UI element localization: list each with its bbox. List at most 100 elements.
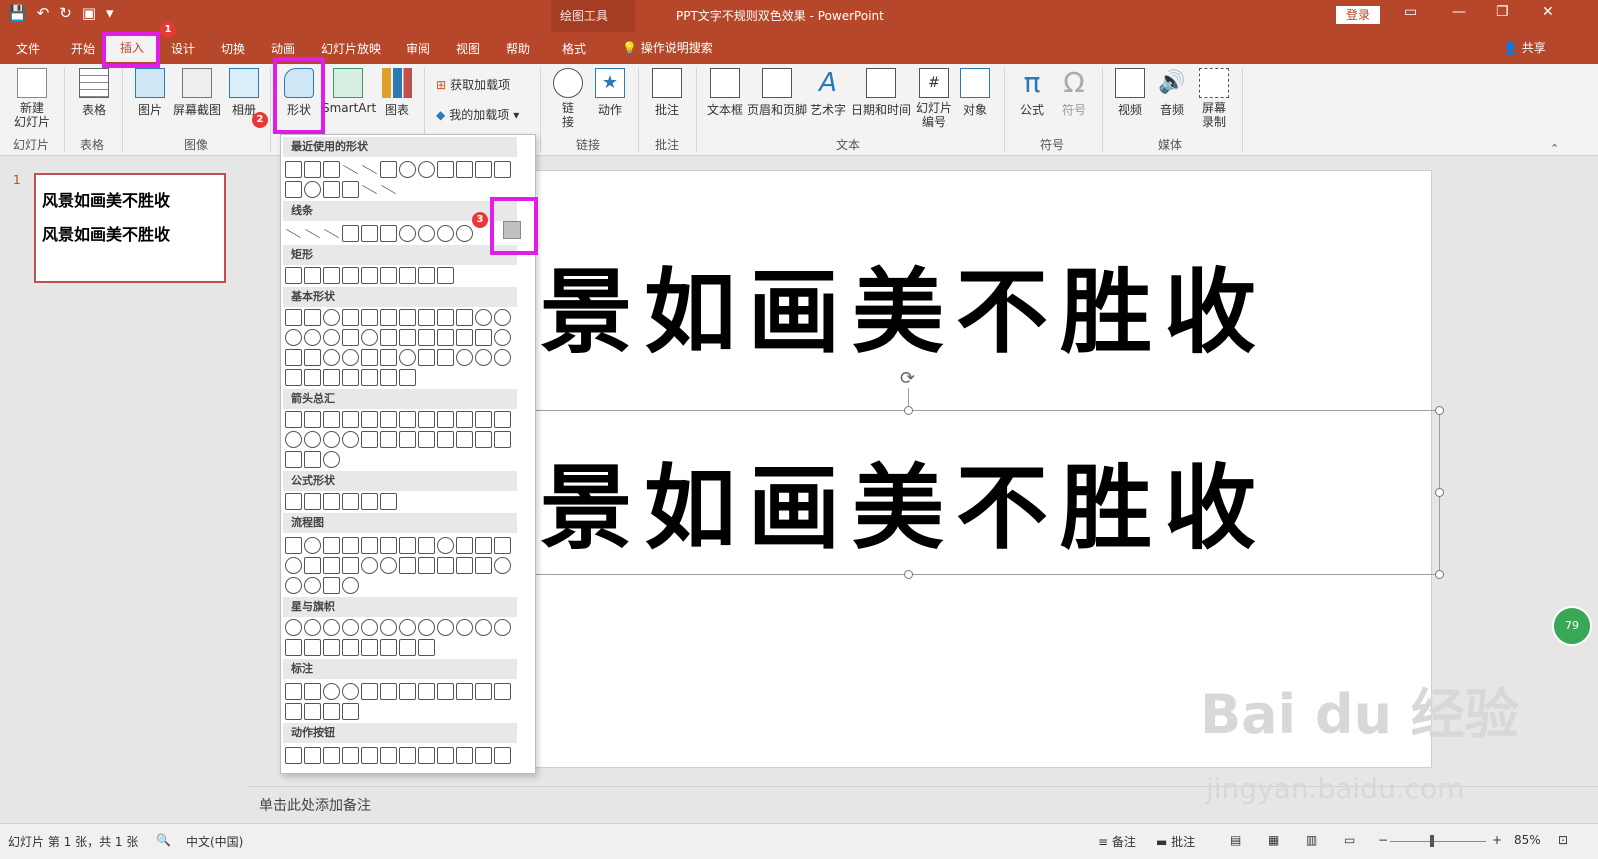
shape-item[interactable] <box>494 411 511 428</box>
zoom-out-icon[interactable]: − <box>1378 833 1388 847</box>
shape-item[interactable] <box>342 557 359 574</box>
shape-item[interactable] <box>399 537 416 554</box>
shape-item[interactable] <box>475 431 492 448</box>
customize-icon[interactable]: ▾ <box>106 4 114 22</box>
shape-item[interactable] <box>456 431 473 448</box>
shape-item[interactable] <box>342 619 359 636</box>
album-button[interactable]: 相册 <box>228 68 260 118</box>
shape-item[interactable] <box>285 577 302 594</box>
tab-view[interactable]: 视图 <box>456 40 480 57</box>
shape-item[interactable] <box>418 747 435 764</box>
shape-item[interactable] <box>418 557 435 574</box>
symbol-button[interactable]: Ω 符号 <box>1056 68 1092 118</box>
shape-item[interactable] <box>323 267 340 284</box>
shape-item[interactable] <box>323 557 340 574</box>
comment-button[interactable]: 批注 <box>650 68 684 118</box>
shape-item[interactable] <box>304 369 321 386</box>
shape-item[interactable] <box>342 181 359 198</box>
shape-item[interactable] <box>361 683 378 700</box>
shape-item[interactable] <box>418 161 435 178</box>
shape-item[interactable] <box>399 431 416 448</box>
shape-item[interactable] <box>380 184 397 195</box>
shape-item[interactable] <box>323 349 340 366</box>
shape-item[interactable] <box>380 493 397 510</box>
shape-item[interactable] <box>456 309 473 326</box>
shape-item[interactable] <box>380 267 397 284</box>
shape-item[interactable] <box>437 267 454 284</box>
shape-item[interactable] <box>418 411 435 428</box>
shape-item[interactable] <box>323 493 340 510</box>
screenshot-button[interactable]: 屏幕截图 <box>172 68 222 118</box>
shape-item[interactable] <box>494 557 511 574</box>
shape-item[interactable] <box>418 267 435 284</box>
shape-item[interactable] <box>361 329 378 346</box>
shape-item[interactable] <box>285 161 302 178</box>
shape-item[interactable] <box>342 329 359 346</box>
shape-item[interactable] <box>399 639 416 656</box>
shape-item[interactable] <box>475 537 492 554</box>
shape-item[interactable] <box>342 164 359 175</box>
shape-item[interactable] <box>437 225 454 242</box>
shape-item[interactable] <box>323 619 340 636</box>
shape-item[interactable] <box>304 161 321 178</box>
redo-icon[interactable]: ↻ <box>59 4 72 22</box>
shape-item[interactable] <box>285 639 302 656</box>
tab-transitions[interactable]: 切换 <box>221 40 245 57</box>
shape-item[interactable] <box>342 639 359 656</box>
share-button[interactable]: 👤 共享 <box>1503 39 1546 56</box>
shape-item[interactable] <box>399 329 416 346</box>
zoom-slider[interactable] <box>1390 841 1486 842</box>
shape-item[interactable] <box>361 411 378 428</box>
screen-record-button[interactable]: 屏幕 录制 <box>1196 68 1232 129</box>
shape-item[interactable] <box>399 411 416 428</box>
shape-item[interactable] <box>285 329 302 346</box>
link-button[interactable]: 链 接 <box>552 68 584 129</box>
shape-item[interactable] <box>342 309 359 326</box>
shape-item[interactable] <box>475 329 492 346</box>
shape-item[interactable] <box>361 369 378 386</box>
zoom-slider-thumb[interactable] <box>1430 835 1434 847</box>
shape-item[interactable] <box>361 619 378 636</box>
tab-file[interactable]: 文件 <box>16 40 40 57</box>
shape-item[interactable] <box>494 161 511 178</box>
shape-item[interactable] <box>380 639 397 656</box>
shape-item[interactable] <box>342 683 359 700</box>
restore-icon[interactable]: ❐ <box>1496 4 1509 20</box>
undo-icon[interactable]: ↶ <box>37 4 50 22</box>
tab-home[interactable]: 开始 <box>71 40 95 57</box>
shape-item[interactable] <box>494 619 511 636</box>
shape-item[interactable] <box>418 683 435 700</box>
shape-item[interactable] <box>494 537 511 554</box>
shape-item[interactable] <box>342 493 359 510</box>
zoom-level[interactable]: 85% <box>1514 833 1541 847</box>
resize-handle[interactable] <box>904 570 913 579</box>
shape-item[interactable] <box>380 161 397 178</box>
shape-item[interactable] <box>304 493 321 510</box>
shape-item[interactable] <box>285 451 302 468</box>
shape-item[interactable] <box>361 349 378 366</box>
shape-item[interactable] <box>304 267 321 284</box>
shape-item[interactable] <box>399 369 416 386</box>
shape-item[interactable] <box>285 537 302 554</box>
shape-item[interactable] <box>361 225 378 242</box>
shape-item[interactable] <box>437 557 454 574</box>
shape-item[interactable] <box>304 349 321 366</box>
shape-item[interactable] <box>361 309 378 326</box>
shape-item[interactable] <box>399 267 416 284</box>
shape-item[interactable] <box>285 309 302 326</box>
action-button[interactable]: ★ 动作 <box>594 68 626 118</box>
new-slide-button[interactable]: 新建 幻灯片 <box>8 68 56 129</box>
shape-item[interactable] <box>475 557 492 574</box>
shape-item[interactable] <box>304 181 321 198</box>
reading-view-icon[interactable]: ▥ <box>1306 833 1317 847</box>
shape-item[interactable] <box>437 431 454 448</box>
shape-item[interactable] <box>285 703 302 720</box>
shape-item[interactable] <box>285 619 302 636</box>
shape-item[interactable] <box>304 228 321 239</box>
shape-item[interactable] <box>456 411 473 428</box>
shape-item[interactable] <box>361 267 378 284</box>
rotate-handle-icon[interactable]: ⟳ <box>900 368 915 389</box>
present-icon[interactable]: ▣ <box>82 4 96 22</box>
shape-item[interactable] <box>323 703 340 720</box>
shape-item[interactable] <box>323 228 340 239</box>
